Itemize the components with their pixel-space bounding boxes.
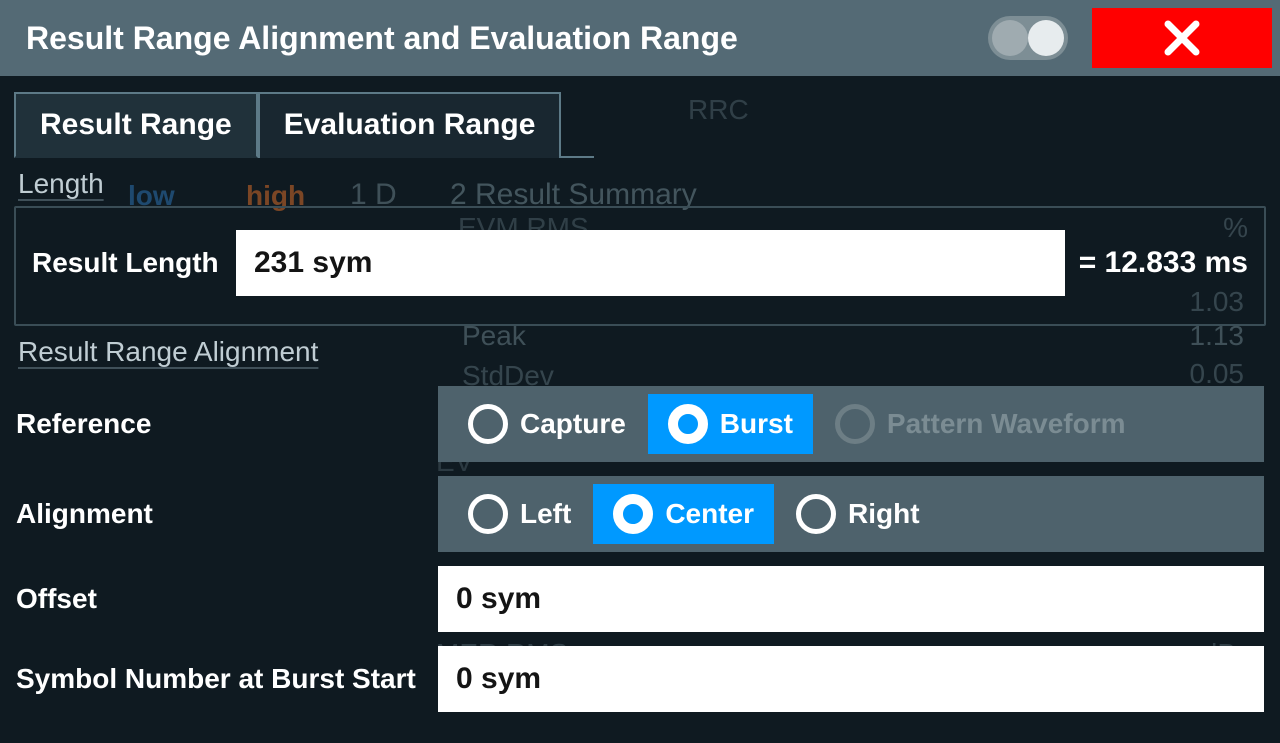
group-alignment: Reference Capture Burst Pattern Waveform bbox=[14, 374, 1266, 730]
title-actions bbox=[988, 8, 1272, 68]
group-length: Result Length = 12.833 ms bbox=[14, 206, 1266, 326]
alignment-option-center[interactable]: Center bbox=[593, 484, 774, 544]
close-button[interactable] bbox=[1092, 8, 1272, 68]
symbol-number-label: Symbol Number at Burst Start bbox=[16, 663, 424, 695]
section-length-label: Length bbox=[18, 168, 1266, 200]
reference-radio-group: Capture Burst Pattern Waveform bbox=[438, 386, 1264, 462]
option-label: Burst bbox=[720, 408, 793, 440]
reference-option-burst[interactable]: Burst bbox=[648, 394, 813, 454]
row-reference: Reference Capture Burst Pattern Waveform bbox=[16, 386, 1264, 462]
option-label: Center bbox=[665, 498, 754, 530]
dialog-window: RRC low high 1 D 2 Result Summary EVM RM… bbox=[0, 0, 1280, 743]
radio-icon bbox=[613, 494, 653, 534]
tab-result-range[interactable]: Result Range bbox=[14, 92, 258, 158]
reference-option-capture[interactable]: Capture bbox=[448, 394, 646, 454]
tab-evaluation-range[interactable]: Evaluation Range bbox=[258, 92, 562, 158]
offset-input[interactable] bbox=[438, 566, 1264, 632]
row-alignment: Alignment Left Center Right bbox=[16, 476, 1264, 552]
row-result-length: Result Length = 12.833 ms bbox=[32, 230, 1248, 296]
radio-icon bbox=[835, 404, 875, 444]
toggle-knob-right bbox=[1028, 20, 1064, 56]
radio-icon bbox=[468, 404, 508, 444]
option-label: Left bbox=[520, 498, 571, 530]
title-bar: Result Range Alignment and Evaluation Ra… bbox=[0, 0, 1280, 76]
tab-bar: Result Range Evaluation Range bbox=[14, 90, 594, 158]
reference-label: Reference bbox=[16, 408, 424, 440]
toggle-knob-left bbox=[992, 20, 1028, 56]
alignment-option-left[interactable]: Left bbox=[448, 484, 591, 544]
option-label: Capture bbox=[520, 408, 626, 440]
option-label: Pattern Waveform bbox=[887, 408, 1126, 440]
alignment-radio-group: Left Center Right bbox=[438, 476, 1264, 552]
help-toggle[interactable] bbox=[988, 16, 1068, 60]
alignment-label: Alignment bbox=[16, 498, 424, 530]
radio-icon bbox=[796, 494, 836, 534]
result-length-equiv: = 12.833 ms bbox=[1079, 246, 1248, 280]
radio-icon bbox=[468, 494, 508, 534]
offset-label: Offset bbox=[16, 583, 424, 615]
option-label: Right bbox=[848, 498, 920, 530]
close-icon bbox=[1162, 18, 1202, 58]
row-symbol-number: Symbol Number at Burst Start bbox=[16, 646, 1264, 712]
result-length-input[interactable] bbox=[236, 230, 1065, 296]
dialog-content: Result Range Evaluation Range Length Res… bbox=[0, 76, 1280, 743]
alignment-option-right[interactable]: Right bbox=[776, 484, 940, 544]
row-offset: Offset bbox=[16, 566, 1264, 632]
radio-icon bbox=[668, 404, 708, 444]
reference-option-pattern: Pattern Waveform bbox=[815, 394, 1146, 454]
result-length-label: Result Length bbox=[32, 247, 222, 279]
section-alignment-label: Result Range Alignment bbox=[18, 336, 1266, 368]
symbol-number-input[interactable] bbox=[438, 646, 1264, 712]
dialog-title: Result Range Alignment and Evaluation Ra… bbox=[26, 20, 738, 57]
